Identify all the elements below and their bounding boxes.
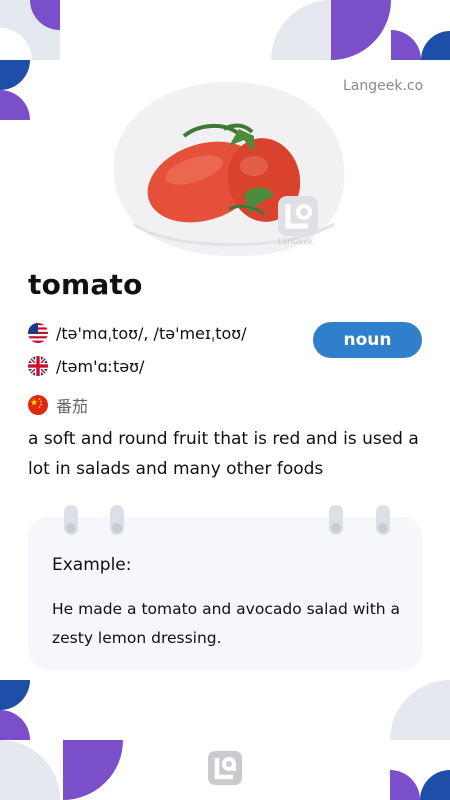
- word-title: tomato: [28, 268, 143, 301]
- uk-flag-icon: [28, 356, 48, 376]
- pronunciation-uk-text: /təm'ɑːtəʊ/: [56, 356, 145, 376]
- pronunciation-us-text: /tə'mɑˌtoʊ/, /tə'meɪˌtoʊ/: [56, 323, 247, 343]
- china-flag-icon: [28, 395, 48, 415]
- part-of-speech-badge[interactable]: noun: [313, 322, 422, 358]
- tomato-illustration: LanGeek: [113, 81, 345, 257]
- brand-link[interactable]: Langeek.co: [343, 78, 423, 94]
- decor-bottom-right: [390, 680, 450, 800]
- translation-text: 番茄: [56, 397, 89, 416]
- example-label: Example:: [52, 555, 132, 575]
- decor-top-left: [0, 0, 60, 120]
- pronunciation-us[interactable]: /tə'mɑˌtoʊ/, /tə'meɪˌtoʊ/: [28, 323, 247, 343]
- decor-top-right: [271, 0, 450, 60]
- definition-text: a soft and round fruit that is red and i…: [28, 429, 419, 479]
- pronunciation-uk[interactable]: /təm'ɑːtəʊ/: [28, 356, 144, 376]
- binder-ring-icon: [376, 505, 390, 535]
- binder-ring-icon: [64, 505, 78, 535]
- langeek-logo-icon[interactable]: [208, 751, 242, 785]
- watermark-text: LanGeek: [278, 237, 313, 246]
- binder-ring-icon: [329, 505, 343, 535]
- decor-bottom-left: [0, 680, 123, 800]
- translation-row: 番茄: [28, 393, 88, 417]
- us-flag-icon: [28, 323, 48, 343]
- example-text: He made a tomato and avocado salad with …: [52, 600, 401, 647]
- example-card: Example: He made a tomato and avocado sa…: [28, 505, 422, 670]
- binder-ring-icon: [110, 505, 124, 535]
